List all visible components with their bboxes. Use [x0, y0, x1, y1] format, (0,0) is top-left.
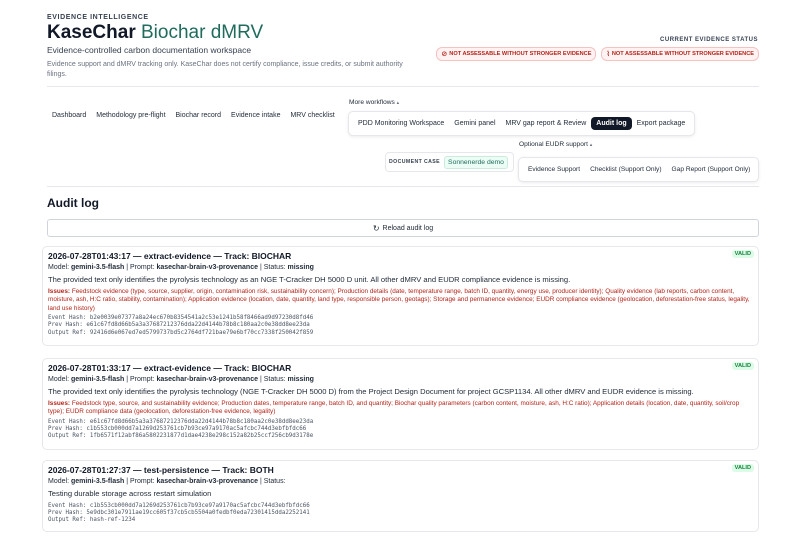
evidence-status-badges: ⊘ NOT ASSESSABLE WITHOUT STRONGER EVIDEN… [436, 47, 759, 61]
status-badge: ⊘ NOT ASSESSABLE WITHOUT STRONGER EVIDEN… [436, 47, 597, 61]
refresh-icon: ↻ [372, 223, 380, 233]
log-entry-meta: Model: gemini-3.5-flash | Prompt: kasech… [48, 478, 286, 485]
log-entry-issues: Issues: Feedstock evidence (type, source… [48, 288, 753, 313]
status-badge-text: NOT ASSESSABLE WITHOUT STRONGER EVIDENCE [611, 51, 754, 57]
log-entry-summary: Testing durable storage across restart s… [48, 489, 212, 498]
status-value: missing [287, 264, 314, 271]
model-label: Model: [48, 264, 70, 271]
document-case-selector[interactable]: Sonnenerde demo [444, 155, 508, 169]
nav-mrv-gap-report[interactable]: MRV gap report & Review [501, 117, 592, 130]
nav-methodology-preflight[interactable]: Methodology pre-flight [91, 108, 170, 123]
app-title-accent: Biochar dMRV [141, 22, 264, 43]
log-entry-meta: Model: gemini-3.5-flash | Prompt: kasech… [48, 376, 314, 383]
prompt-value: kasechar-brain-v3-provenance [156, 376, 258, 383]
nav-biochar-record[interactable]: Biochar record [171, 108, 227, 123]
prev-hash: Prev Hash: c1b553cb000dd7a1269d253761cb7… [48, 426, 307, 433]
disclaimer-text: Evidence support and dMRV tracking only.… [47, 61, 403, 78]
output-ref: Output Ref: 1fb6571f12abf86a5802231877d1… [48, 433, 314, 440]
nav-eudr-gap-report[interactable]: Gap Report (Support Only) [667, 163, 756, 176]
status-label: Status: [263, 478, 286, 485]
reload-audit-log-button[interactable]: ↻ Reload audit log [47, 219, 759, 237]
model-value: gemini-3.5-flash [70, 264, 125, 271]
pulse-icon: ⌇ [606, 51, 610, 58]
eudr-support-toggle[interactable]: Optional EUDR support ▴ [519, 141, 592, 148]
prompt-label: Prompt: [129, 478, 155, 485]
prohibited-icon: ⊘ [441, 51, 448, 58]
nav-mrv-checklist[interactable]: MRV checklist [285, 108, 339, 123]
output-ref: Output Ref: 92416d6e067ed7ed5799737bd5c2… [48, 329, 314, 336]
issues-label: Issues: [48, 400, 71, 407]
nav-eudr-checklist[interactable]: Checklist (Support Only) [585, 163, 666, 176]
status-label: Status: [263, 376, 286, 383]
prompt-label: Prompt: [129, 376, 155, 383]
nav-audit-log[interactable]: Audit log [591, 117, 632, 130]
log-entry-summary: The provided text only identifies the py… [48, 387, 694, 396]
issues-text: Feedstock type, source, and sustainabili… [48, 400, 740, 416]
event-hash: Event Hash: e61c67fd8d66b5a3a37687212376… [48, 418, 314, 425]
status-label: Status: [263, 264, 286, 271]
prompt-value: kasechar-brain-v3-provenance [156, 478, 258, 485]
more-workflows-label: More workflows [349, 99, 395, 106]
status-badge: ⌇ NOT ASSESSABLE WITHOUT STRONGER EVIDEN… [601, 47, 759, 61]
nav-divider [47, 186, 759, 187]
nav-dashboard[interactable]: Dashboard [47, 108, 91, 123]
status-badge-text: NOT ASSESSABLE WITHOUT STRONGER EVIDENCE [449, 51, 592, 57]
log-entry-title: 2026-07-28T01:27:37 — test-persistence —… [48, 465, 274, 475]
eudr-support-label: Optional EUDR support [519, 141, 588, 148]
hash-list: Event Hash: c1b553cb000dd7a1269d253761cb… [48, 503, 753, 525]
log-entry-summary: The provided text only identifies the py… [48, 275, 571, 284]
prompt-label: Prompt: [129, 264, 155, 271]
primary-nav: Dashboard Methodology pre-flight Biochar… [47, 108, 340, 123]
valid-badge: VALID [731, 250, 754, 258]
issues-label: Issues: [48, 288, 71, 295]
model-value: gemini-3.5-flash [70, 376, 125, 383]
nav-evidence-intake[interactable]: Evidence intake [226, 108, 285, 123]
nav-export-package[interactable]: Export package [632, 117, 691, 130]
nav-pdd-monitoring[interactable]: PDD Monitoring Workspace [353, 117, 449, 130]
reload-label: Reload audit log [382, 224, 434, 232]
nav-eudr-evidence-support[interactable]: Evidence Support [523, 163, 585, 176]
app-subtitle: Evidence-controlled carbon documentation… [47, 45, 252, 55]
log-entry: VALID 2026-07-28T01:33:17 — extract-evid… [42, 358, 759, 450]
caret-up-icon: ▴ [589, 142, 593, 148]
eudr-support-menu: Evidence Support Checklist (Support Only… [518, 157, 759, 182]
nav-gemini-panel[interactable]: Gemini panel [449, 117, 500, 130]
model-label: Model: [48, 478, 70, 485]
more-workflows-toggle[interactable]: More workflows ▴ [349, 99, 399, 106]
document-case-label: DOCUMENT CASE [389, 159, 441, 165]
prev-hash: Prev Hash: e61c67fd8d66b5a3a37687212376d… [48, 322, 310, 329]
hash-list: Event Hash: b2e0039e07377a8a24ec670b8354… [48, 315, 753, 337]
section-title: Audit log [47, 196, 99, 210]
prompt-value: kasechar-brain-v3-provenance [156, 264, 258, 271]
status-value: missing [287, 376, 314, 383]
prev-hash: Prev Hash: 5e9dbc301e7911ae19cc605f37cb5… [48, 510, 310, 517]
eyebrow-label: EVIDENCE INTELLIGENCE [47, 14, 149, 21]
header-divider [47, 86, 759, 87]
output-ref: Output Ref: hash-ref-1234 [48, 517, 136, 524]
hash-list: Event Hash: e61c67fd8d66b5a3a37687212376… [48, 419, 753, 441]
caret-up-icon: ▴ [396, 100, 400, 106]
more-workflows-menu: PDD Monitoring Workspace Gemini panel MR… [348, 111, 695, 136]
log-entry-title: 2026-07-28T01:43:17 — extract-evidence —… [48, 251, 292, 261]
log-entry-issues: Issues: Feedstock type, source, and sust… [48, 400, 753, 417]
app-title: KaseChar Biochar dMRV [47, 22, 263, 44]
evidence-status-label: CURRENT EVIDENCE STATUS [660, 37, 758, 43]
log-entry: VALID 2026-07-28T01:27:37 — test-persist… [42, 460, 759, 532]
app-title-main: KaseChar [47, 22, 136, 43]
event-hash: Event Hash: b2e0039e07377a8a24ec670b8354… [48, 315, 314, 322]
log-entry-meta: Model: gemini-3.5-flash | Prompt: kasech… [48, 264, 314, 271]
event-hash: Event Hash: c1b553cb000dd7a1269d253761cb… [48, 503, 310, 509]
document-case: DOCUMENT CASE Sonnenerde demo [385, 152, 514, 172]
issues-text: Feedstock evidence (type, source, suppli… [48, 288, 750, 312]
valid-badge: VALID [731, 362, 754, 370]
model-value: gemini-3.5-flash [70, 478, 125, 485]
model-label: Model: [48, 376, 70, 383]
valid-badge: VALID [731, 464, 754, 472]
log-entry-title: 2026-07-28T01:33:17 — extract-evidence —… [48, 363, 292, 373]
log-entry: VALID 2026-07-28T01:43:17 — extract-evid… [42, 246, 759, 346]
